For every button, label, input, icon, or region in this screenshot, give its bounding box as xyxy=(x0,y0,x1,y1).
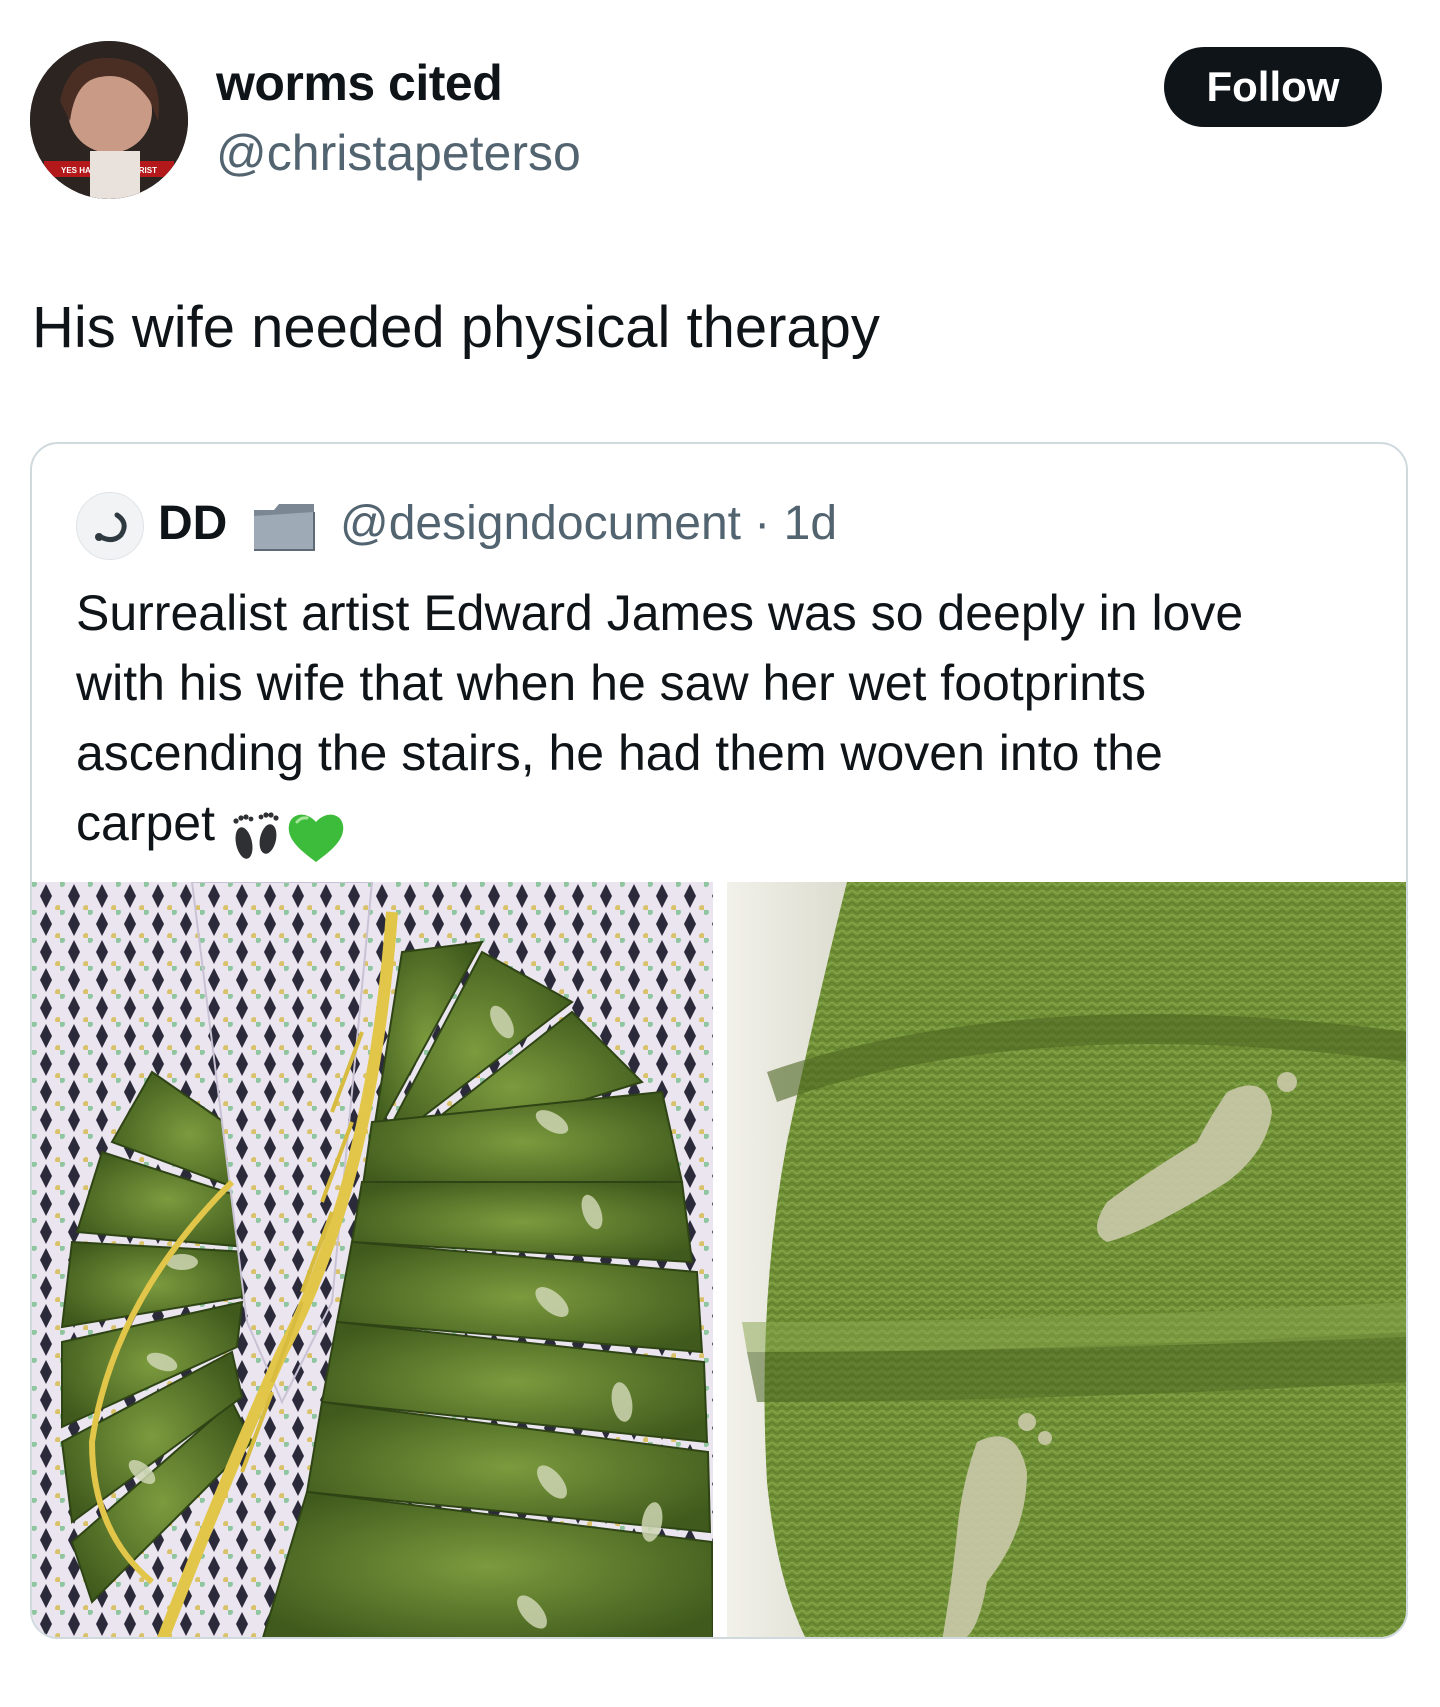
media-grid xyxy=(32,882,1406,1637)
quoted-author-name[interactable]: DD xyxy=(158,496,227,551)
green-heart-icon xyxy=(288,814,344,862)
footprints-icon xyxy=(233,812,279,859)
quoted-author-avatar[interactable] xyxy=(76,492,144,560)
quoted-handle-and-time[interactable]: @designdocument · 1d xyxy=(340,496,837,551)
quoted-text-line: ascending the stairs, he had them woven … xyxy=(76,725,1163,781)
quoted-tweet-text: Surrealist artist Edward James was so de… xyxy=(76,578,1376,868)
follow-button[interactable]: Follow xyxy=(1164,47,1382,127)
quoted-text-line: carpet xyxy=(76,795,215,851)
folder-icon xyxy=(252,500,316,554)
author-display-name[interactable]: worms cited xyxy=(216,54,503,112)
author-avatar[interactable]: YES HAMAS TERRORIST xyxy=(30,41,188,199)
author-handle[interactable]: @christapeterso xyxy=(216,124,581,182)
carpet-footprints-closeup-photo[interactable] xyxy=(727,882,1406,1637)
quoted-text-line: with his wife that when he saw her wet f… xyxy=(76,655,1146,711)
tweet-text: His wife needed physical therapy xyxy=(32,295,880,360)
quoted-tweet-card[interactable]: DD @designdocument · 1d Surrealist artis… xyxy=(30,442,1408,1639)
quoted-text-line-last: carpet xyxy=(76,788,1376,868)
quoted-text-line: Surrealist artist Edward James was so de… xyxy=(76,585,1244,641)
spiral-staircase-photo[interactable] xyxy=(32,882,713,1637)
emoji-row xyxy=(227,798,347,868)
